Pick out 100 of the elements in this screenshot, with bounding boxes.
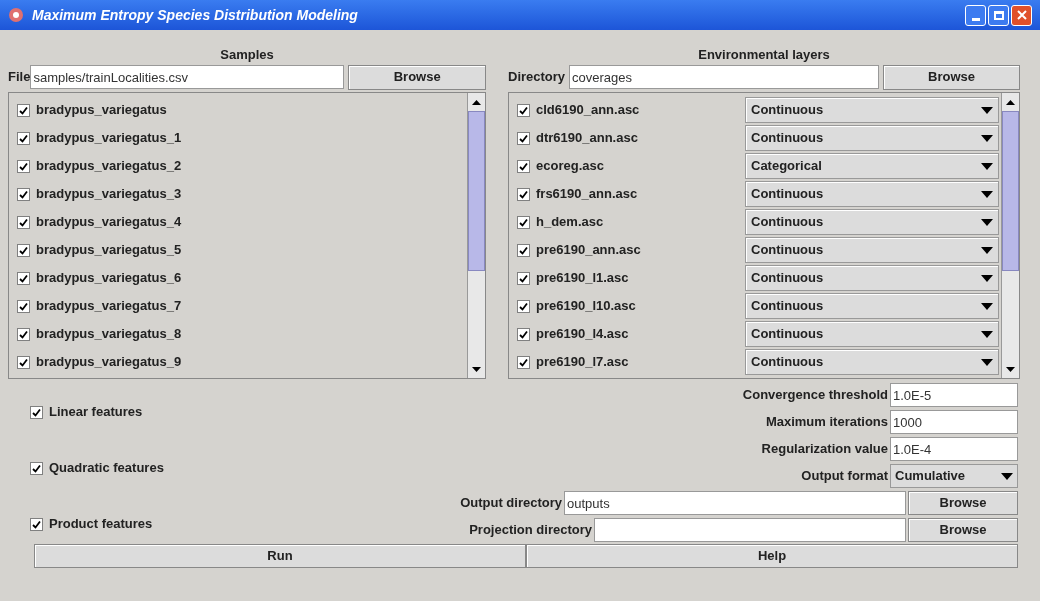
close-button[interactable] bbox=[1011, 4, 1032, 26]
scrollbar[interactable] bbox=[467, 93, 485, 378]
caret-icon bbox=[981, 106, 993, 114]
checkbox[interactable] bbox=[17, 243, 30, 257]
checkbox[interactable] bbox=[517, 103, 530, 117]
layer-label: cld6190_ann.asc bbox=[536, 101, 640, 120]
setting-field[interactable]: 1000 bbox=[890, 410, 1018, 434]
caret-icon bbox=[981, 190, 993, 198]
checkbox[interactable] bbox=[517, 131, 530, 145]
checkmark-icon bbox=[19, 273, 28, 283]
checkbox[interactable] bbox=[17, 103, 30, 117]
checkmark-icon bbox=[519, 161, 528, 171]
checkbox[interactable] bbox=[517, 355, 530, 369]
close-icon bbox=[1016, 10, 1027, 20]
checkmark-icon bbox=[519, 189, 528, 199]
type-dropdown[interactable]: Continuous bbox=[745, 209, 999, 235]
checkbox[interactable] bbox=[517, 327, 530, 341]
type-dropdown[interactable]: Continuous bbox=[745, 237, 999, 263]
checkmark-icon bbox=[19, 133, 28, 143]
species-label: bradypus_variegatus_6 bbox=[36, 269, 182, 288]
type-dropdown[interactable]: Continuous bbox=[745, 125, 999, 151]
checkbox[interactable] bbox=[30, 517, 43, 531]
directory-field[interactable]: outputs bbox=[564, 491, 906, 515]
checkmark-icon bbox=[519, 133, 528, 143]
checkbox[interactable] bbox=[517, 243, 530, 257]
setting-field[interactable]: 1.0E-4 bbox=[890, 437, 1018, 461]
feature-label: Product features bbox=[49, 515, 153, 534]
checkbox[interactable] bbox=[17, 327, 30, 341]
checkmark-icon bbox=[32, 407, 41, 417]
checkbox[interactable] bbox=[517, 187, 530, 201]
browse-button[interactable]: Browse bbox=[908, 491, 1018, 515]
checkmark-icon bbox=[32, 463, 41, 473]
browse-button[interactable]: Browse bbox=[883, 64, 1020, 90]
checkmark-icon bbox=[519, 329, 528, 339]
setting-field[interactable]: 1.0E-5 bbox=[890, 383, 1018, 407]
scroll-thumb[interactable] bbox=[468, 111, 485, 271]
caret-icon bbox=[981, 134, 993, 142]
checkmark-icon bbox=[19, 189, 28, 199]
feature-label: Quadratic features bbox=[49, 459, 164, 478]
checkmark-icon bbox=[19, 105, 28, 115]
checkbox[interactable] bbox=[517, 299, 530, 313]
directory-field[interactable]: coverages bbox=[569, 65, 880, 89]
checkbox[interactable] bbox=[30, 461, 43, 475]
species-label: bradypus_variegatus_8 bbox=[36, 325, 182, 344]
layer-label: pre6190_l1.asc bbox=[536, 269, 629, 288]
checkbox[interactable] bbox=[517, 159, 530, 173]
caret-icon bbox=[1001, 472, 1013, 480]
checkmark-icon bbox=[19, 161, 28, 171]
scrollbar[interactable] bbox=[1001, 93, 1019, 378]
layer-label: h_dem.asc bbox=[536, 213, 604, 232]
checkbox[interactable] bbox=[17, 187, 30, 201]
help-button[interactable]: Help bbox=[526, 544, 1018, 568]
caret-icon bbox=[981, 274, 993, 282]
file-field[interactable]: samples/trainLocalities.csv bbox=[30, 65, 345, 89]
type-dropdown[interactable]: Continuous bbox=[745, 97, 999, 123]
checkmark-icon bbox=[519, 357, 528, 367]
type-dropdown[interactable]: Continuous bbox=[745, 265, 999, 291]
feature-label: Linear features bbox=[49, 403, 143, 422]
layer-label: dtr6190_ann.asc bbox=[536, 129, 638, 148]
format-dropdown[interactable]: Cumulative bbox=[890, 464, 1018, 488]
checkbox[interactable] bbox=[30, 405, 43, 419]
species-label: bradypus_variegatus_7 bbox=[36, 297, 182, 316]
browse-button[interactable]: Browse bbox=[348, 64, 486, 90]
section-heading: Environmental layers bbox=[697, 47, 831, 63]
checkmark-icon bbox=[19, 217, 28, 227]
setting-label: Regularization value bbox=[761, 440, 888, 459]
scroll-thumb[interactable] bbox=[1002, 111, 1019, 271]
checkmark-icon bbox=[519, 217, 528, 227]
type-dropdown[interactable]: Continuous bbox=[745, 181, 999, 207]
checkbox[interactable] bbox=[517, 215, 530, 229]
checkmark-icon bbox=[519, 245, 528, 255]
directory-field[interactable] bbox=[594, 518, 906, 542]
layer-label: pre6190_l7.asc bbox=[536, 353, 629, 372]
checkbox[interactable] bbox=[17, 299, 30, 313]
checkbox[interactable] bbox=[17, 355, 30, 369]
field-label: File bbox=[8, 68, 31, 87]
checkbox[interactable] bbox=[17, 215, 30, 229]
run-button[interactable]: Run bbox=[34, 544, 526, 568]
type-dropdown[interactable]: Continuous bbox=[745, 293, 999, 319]
scroll-up-icon bbox=[1006, 99, 1015, 105]
window-title: Maximum Entropy Species Distribution Modeling bbox=[32, 5, 359, 25]
checkbox[interactable] bbox=[17, 131, 30, 145]
directory-label: Output directory bbox=[460, 494, 562, 513]
layer-label: pre6190_ann.asc bbox=[536, 241, 641, 260]
checkbox[interactable] bbox=[17, 271, 30, 285]
checkbox[interactable] bbox=[17, 159, 30, 173]
checkmark-icon bbox=[519, 105, 528, 115]
app-icon bbox=[8, 7, 24, 23]
checkbox[interactable] bbox=[517, 271, 530, 285]
browse-button[interactable]: Browse bbox=[908, 518, 1018, 542]
type-dropdown[interactable]: Continuous bbox=[745, 349, 999, 375]
type-dropdown[interactable]: Continuous bbox=[745, 321, 999, 347]
maximize-button[interactable] bbox=[988, 4, 1009, 26]
species-label: bradypus_variegatus_3 bbox=[36, 185, 182, 204]
type-dropdown[interactable]: Categorical bbox=[745, 153, 999, 179]
checkmark-icon bbox=[19, 245, 28, 255]
layer-label: frs6190_ann.asc bbox=[536, 185, 638, 204]
caret-icon bbox=[981, 302, 993, 310]
caret-icon bbox=[981, 246, 993, 254]
minimize-button[interactable] bbox=[965, 4, 986, 26]
